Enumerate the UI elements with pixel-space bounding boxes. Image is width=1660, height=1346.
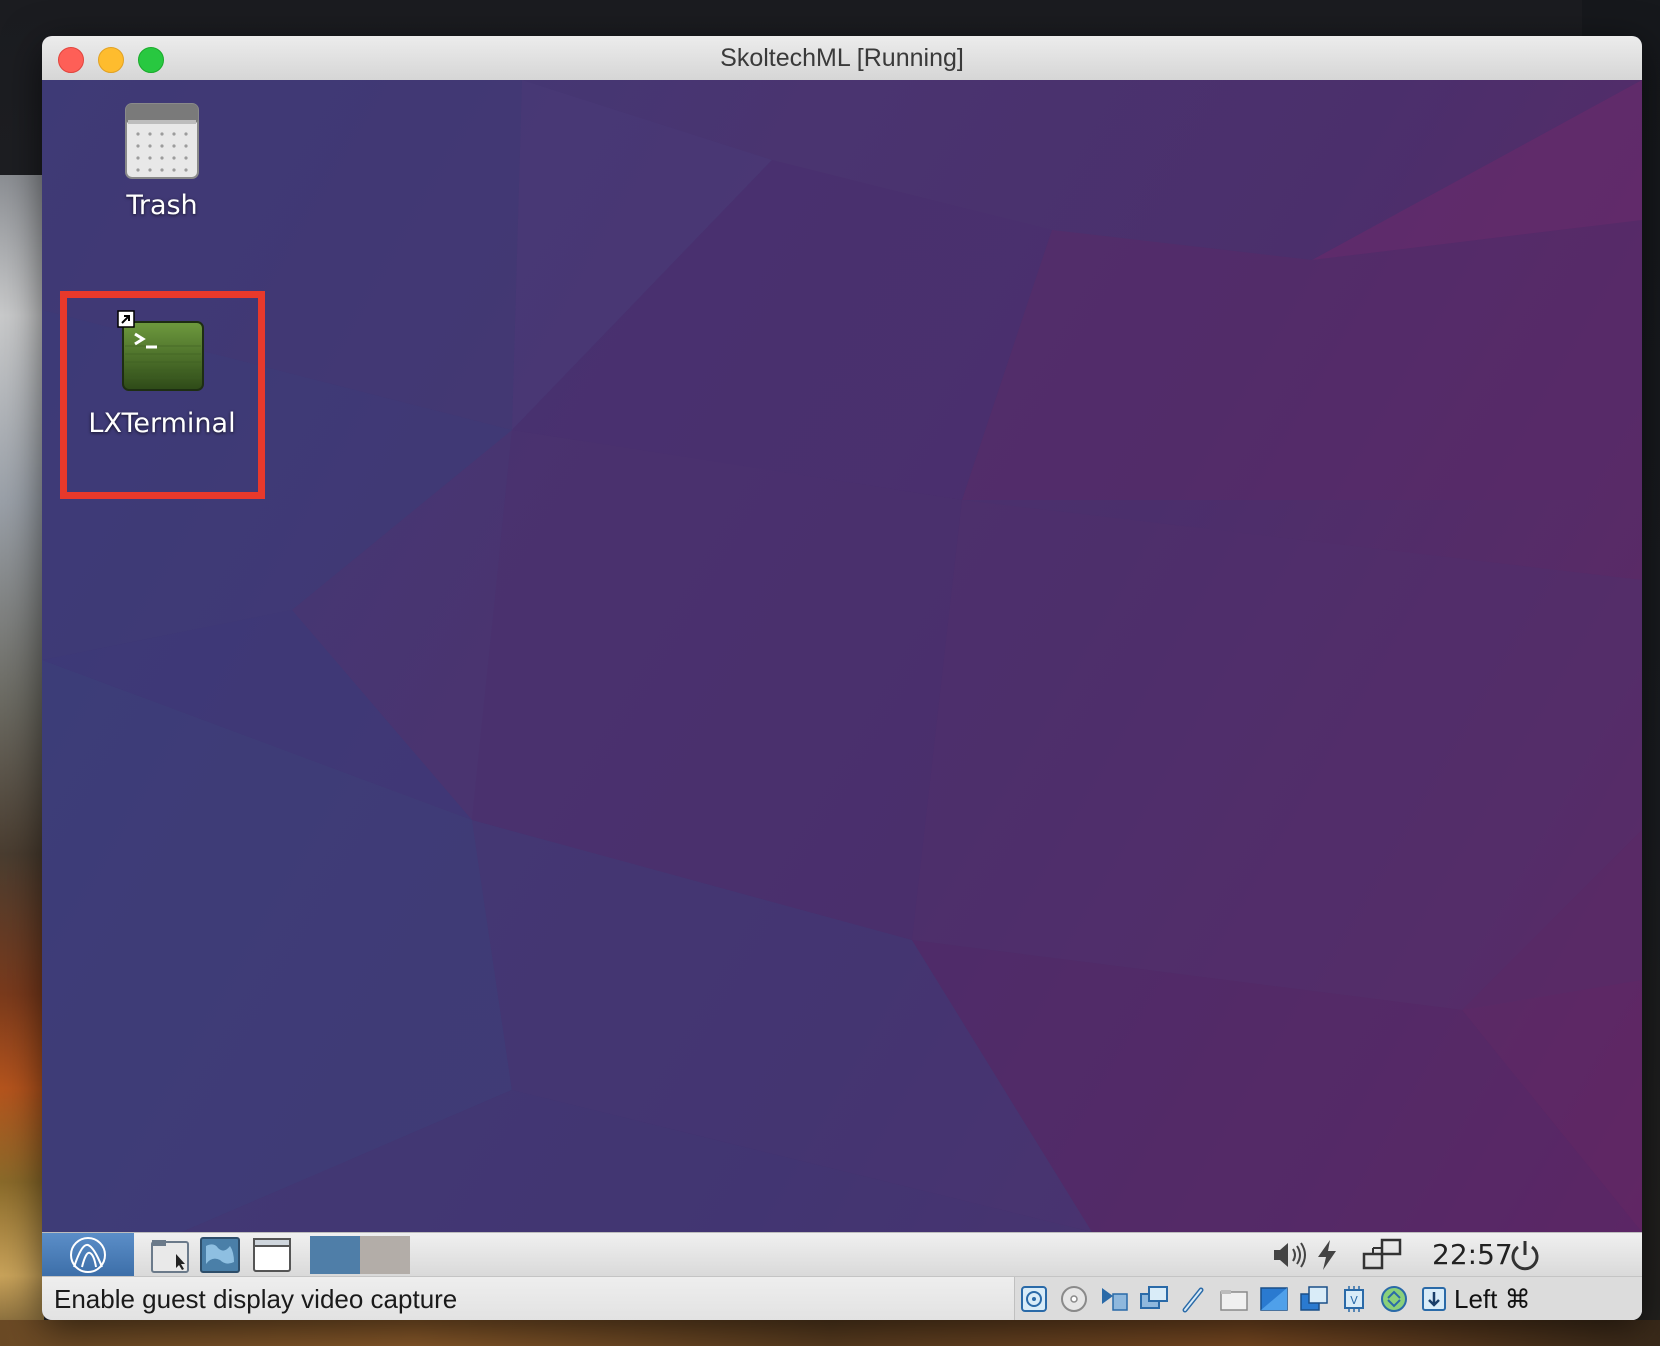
lxde-logo-icon <box>70 1237 106 1273</box>
keyboard-icon[interactable] <box>1419 1284 1449 1314</box>
window-title: SkoltechML [Running] <box>720 44 964 72</box>
network-adapter-icon[interactable] <box>1139 1284 1169 1314</box>
workspace-1[interactable] <box>310 1236 360 1274</box>
network-icon[interactable] <box>1362 1238 1404 1272</box>
wallpaper-polygons <box>42 80 1642 1232</box>
svg-text:V: V <box>1350 1294 1358 1307</box>
usb-icon[interactable] <box>1179 1284 1209 1314</box>
virtualbox-window: SkoltechML [Running] Trash LXTerminal 22… <box>42 36 1642 1320</box>
symlink-arrow-icon <box>117 310 135 328</box>
panel-clock[interactable]: 22:57 <box>1432 1233 1513 1277</box>
web-browser-icon[interactable] <box>200 1236 240 1274</box>
window-icon[interactable] <box>252 1236 292 1274</box>
host-key-label: Left ⌘ <box>1454 1284 1531 1314</box>
power-icon[interactable] <box>1508 1238 1542 1272</box>
window-titlebar[interactable]: SkoltechML [Running] <box>42 36 1642 81</box>
display-icon[interactable] <box>1259 1284 1289 1314</box>
desktop-icon-lxterminal[interactable]: LXTerminal <box>82 310 242 439</box>
lxde-panel: 22:57 <box>42 1232 1642 1277</box>
status-indicators: V <box>1014 1277 1642 1320</box>
optical-disk-icon[interactable] <box>1059 1284 1089 1314</box>
volume-icon[interactable] <box>1270 1238 1310 1272</box>
power-lightning-icon[interactable] <box>1314 1238 1340 1272</box>
desktop-icon-trash[interactable]: Trash <box>102 100 222 221</box>
guest-desktop[interactable]: Trash LXTerminal <box>42 80 1642 1232</box>
recording-icon[interactable] <box>1299 1284 1329 1314</box>
audio-icon[interactable] <box>1099 1284 1129 1314</box>
desktop-icon-label: Trash <box>126 190 198 221</box>
mouse-integration-icon[interactable] <box>1379 1284 1409 1314</box>
vbox-statusbar: Enable guest display video capture V Lef… <box>42 1276 1642 1320</box>
file-manager-icon[interactable] <box>150 1236 190 1274</box>
trash-icon <box>124 100 200 180</box>
start-menu-button[interactable] <box>42 1233 134 1277</box>
status-message: Enable guest display video capture <box>54 1284 458 1314</box>
macos-wallpaper-left <box>0 175 44 1346</box>
desktop-icon-label: LXTerminal <box>88 408 236 439</box>
workspace-2[interactable] <box>360 1236 410 1274</box>
shared-folder-icon[interactable] <box>1219 1284 1249 1314</box>
terminal-icon <box>117 310 205 392</box>
cpu-icon[interactable]: V <box>1339 1284 1369 1314</box>
macos-wallpaper-bottom <box>0 1320 1660 1346</box>
hard-disk-icon[interactable] <box>1019 1284 1049 1314</box>
